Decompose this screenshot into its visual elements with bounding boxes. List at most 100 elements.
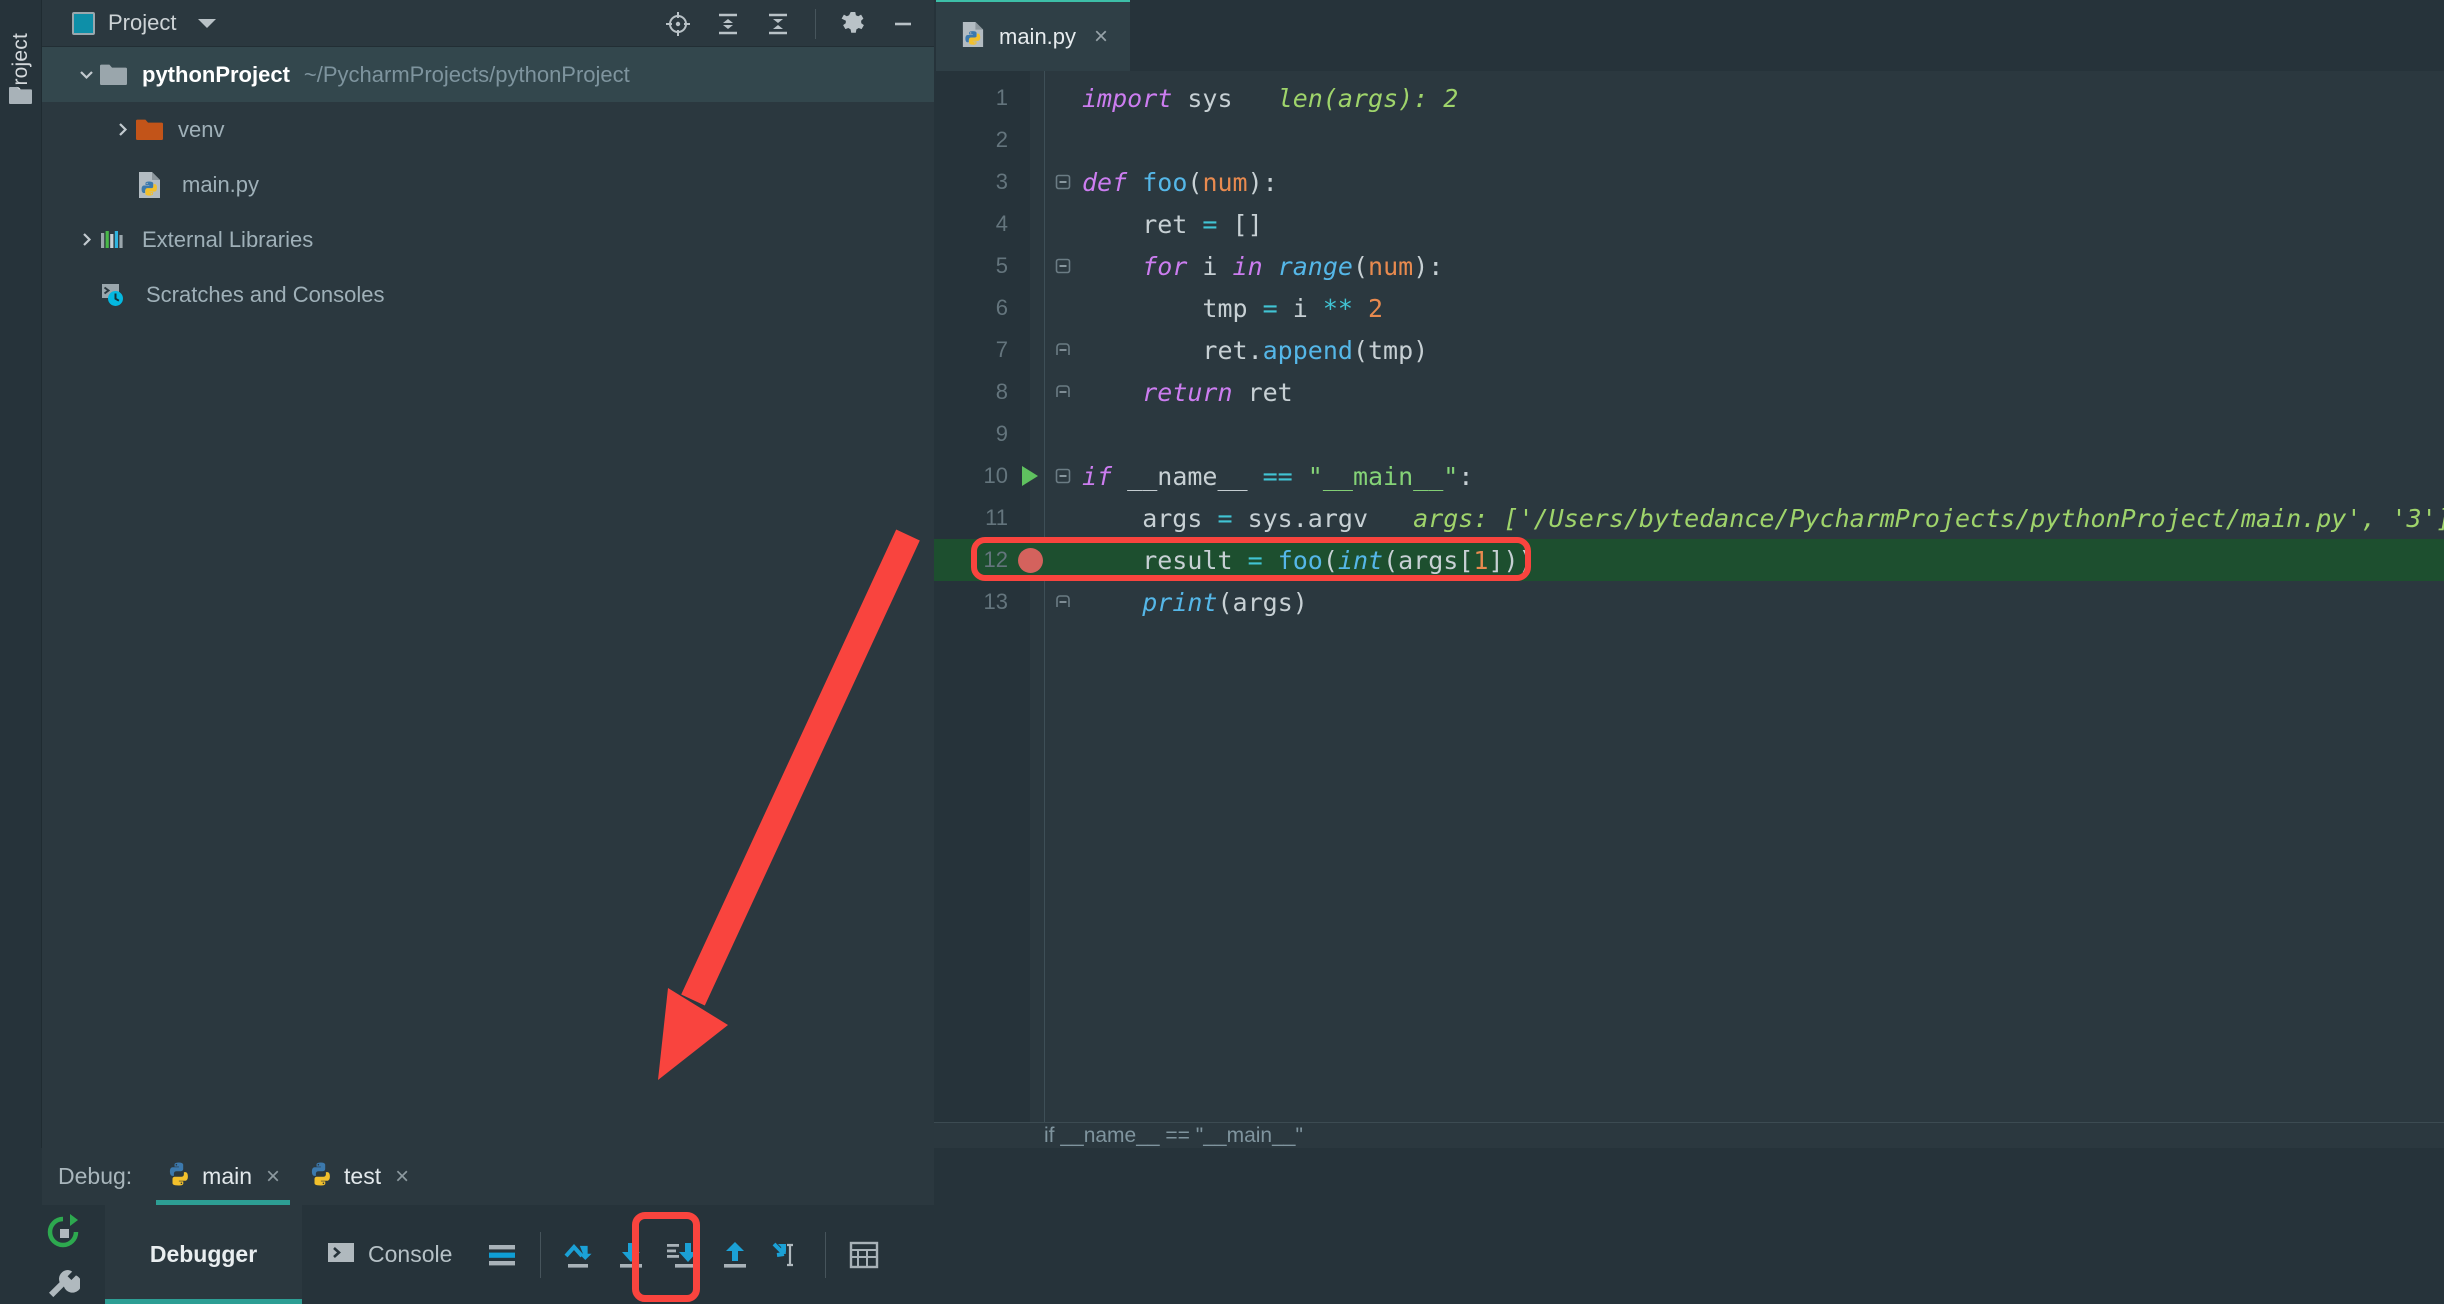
editor-area: main.py × 1 import sys len(args): 2 2 3 def … bbox=[934, 0, 2444, 1122]
tree-item-pythonproject[interactable]: pythonProject ~/PycharmProjects/pythonPr… bbox=[42, 47, 934, 102]
fold-toggle-icon[interactable] bbox=[1052, 257, 1074, 275]
line-number: 3 bbox=[995, 169, 1008, 194]
debug-session-tab-label: main bbox=[202, 1163, 253, 1189]
project-icon bbox=[72, 11, 95, 35]
tree-item-external-libraries[interactable]: External Libraries bbox=[42, 212, 934, 267]
debug-toolbar: Debugger Console bbox=[0, 1205, 2444, 1304]
step-into-icon[interactable] bbox=[605, 1205, 657, 1304]
tree-item-label: venv bbox=[178, 116, 225, 142]
left-tool-strip: Project bbox=[0, 0, 42, 1304]
breakpoint-icon[interactable] bbox=[1008, 547, 1052, 573]
code-text: ret.append(tmp) bbox=[1082, 335, 1429, 365]
project-tree: pythonProject ~/PycharmProjects/pythonPr… bbox=[42, 47, 934, 322]
tree-item-label: Scratches and Consoles bbox=[146, 281, 385, 307]
code-text: args = sys.argv args: ['/Users/bytedance… bbox=[1082, 503, 2444, 533]
python-icon bbox=[166, 1161, 192, 1192]
tab-debugger-label: Debugger bbox=[149, 1241, 258, 1267]
editor-tab-label: main.py bbox=[999, 23, 1077, 49]
fold-toggle-icon[interactable] bbox=[1052, 383, 1074, 401]
debug-side-actions bbox=[0, 1205, 105, 1304]
line-number: 5 bbox=[995, 253, 1008, 278]
code-line-3[interactable]: 3 def foo(num): bbox=[934, 161, 2444, 203]
editor-tab-bar: main.py × bbox=[934, 0, 2444, 71]
folder-icon bbox=[100, 62, 130, 88]
locate-icon[interactable] bbox=[661, 7, 695, 41]
toolbar-divider bbox=[815, 8, 816, 39]
debug-panel-label: Debug: bbox=[58, 1163, 133, 1189]
rerun-icon[interactable] bbox=[44, 1213, 82, 1256]
line-number: 11 bbox=[985, 505, 1008, 530]
code-text: return ret bbox=[1142, 377, 1293, 407]
tree-item-main-py[interactable]: main.py bbox=[42, 157, 934, 212]
python-icon bbox=[308, 1161, 334, 1192]
project-panel-title: Project bbox=[108, 10, 177, 35]
line-number: 10 bbox=[983, 463, 1008, 488]
code-line-5[interactable]: 5 for i in range(num): bbox=[934, 245, 2444, 287]
line-number: 7 bbox=[995, 337, 1008, 362]
code-line-12[interactable]: 12 result = foo(int(args[1])) bbox=[934, 539, 2444, 581]
tool-window-button-project[interactable]: Project bbox=[0, 6, 42, 126]
code-text: ret = [] bbox=[1082, 209, 1263, 239]
fold-toggle-icon[interactable] bbox=[1052, 467, 1074, 485]
tab-console-label: Console bbox=[368, 1241, 453, 1267]
fold-toggle-icon[interactable] bbox=[1052, 593, 1074, 611]
code-editor[interactable]: 1 import sys len(args): 2 2 3 def foo(num): 4… bbox=[934, 71, 2444, 1122]
fold-toggle-icon[interactable] bbox=[1052, 341, 1074, 359]
breadcrumb-label: if __name__ == "__main__" bbox=[1044, 1123, 1303, 1147]
tab-console[interactable]: Console bbox=[326, 1237, 452, 1272]
fold-toggle-icon[interactable] bbox=[1052, 173, 1074, 191]
collapse-all-icon[interactable] bbox=[761, 7, 795, 41]
chevron-down-icon[interactable] bbox=[72, 66, 100, 83]
project-header-actions bbox=[661, 0, 920, 47]
scratches-icon bbox=[100, 282, 134, 308]
code-line-2[interactable]: 2 bbox=[934, 119, 2444, 161]
python-file-icon bbox=[136, 171, 170, 198]
code-line-6[interactable]: 6 tmp = i ** 2 bbox=[934, 287, 2444, 329]
toolbar-divider bbox=[825, 1231, 827, 1278]
folder-icon bbox=[9, 86, 32, 104]
run-to-cursor-icon[interactable] bbox=[761, 1205, 813, 1304]
wrench-icon[interactable] bbox=[46, 1267, 82, 1304]
tab-debugger[interactable]: Debugger bbox=[105, 1205, 302, 1304]
line-number: 12 bbox=[983, 547, 1008, 572]
code-line-10[interactable]: 10 if __name__ == "__main__": bbox=[934, 455, 2444, 497]
debug-session-tab-main[interactable]: main × bbox=[152, 1148, 294, 1205]
code-text: if __name__ == "__main__": bbox=[1082, 461, 1474, 491]
tree-item-venv[interactable]: venv bbox=[42, 102, 934, 157]
tree-item-scratches-and-consoles[interactable]: Scratches and Consoles bbox=[42, 267, 934, 322]
close-icon[interactable]: × bbox=[1094, 24, 1108, 49]
debug-session-tab-test[interactable]: test × bbox=[294, 1148, 423, 1205]
line-number: 13 bbox=[983, 589, 1008, 614]
gear-icon[interactable] bbox=[836, 7, 870, 41]
chevron-right-icon[interactable] bbox=[72, 231, 100, 248]
code-line-9[interactable]: 9 bbox=[934, 413, 2444, 455]
code-line-13[interactable]: 13 print(args) bbox=[934, 581, 2444, 623]
close-icon[interactable]: × bbox=[266, 1164, 280, 1189]
force-step-into-icon[interactable] bbox=[657, 1205, 709, 1304]
code-text: def foo(num): bbox=[1082, 167, 1278, 197]
expand-all-icon[interactable] bbox=[711, 7, 745, 41]
minimize-icon[interactable] bbox=[886, 7, 920, 41]
editor-tab-main-py[interactable]: main.py × bbox=[936, 0, 1131, 71]
chevron-down-icon[interactable] bbox=[198, 18, 217, 28]
evaluate-expression-icon[interactable] bbox=[838, 1205, 890, 1304]
close-icon[interactable]: × bbox=[395, 1164, 409, 1189]
line-number: 9 bbox=[995, 421, 1008, 446]
chevron-right-icon[interactable] bbox=[108, 121, 136, 138]
code-line-8[interactable]: 8 return ret bbox=[934, 371, 2444, 413]
tree-item-label: pythonProject bbox=[142, 61, 290, 87]
step-over-icon[interactable] bbox=[553, 1205, 605, 1304]
code-line-1[interactable]: 1 import sys len(args): 2 bbox=[934, 77, 2444, 119]
line-number: 8 bbox=[995, 379, 1008, 404]
step-out-icon[interactable] bbox=[709, 1205, 761, 1304]
run-gutter-icon[interactable] bbox=[1008, 466, 1052, 486]
code-line-11[interactable]: 11 args = sys.argv args: ['/Users/byteda… bbox=[934, 497, 2444, 539]
tree-item-label: External Libraries bbox=[142, 226, 314, 252]
code-text: result = foo(int(args[1])) bbox=[1082, 545, 1534, 575]
show-execution-point-icon[interactable] bbox=[476, 1205, 528, 1304]
line-number: 4 bbox=[995, 211, 1008, 236]
code-line-7[interactable]: 7 ret.append(tmp) bbox=[934, 329, 2444, 371]
folder-orange-icon bbox=[136, 117, 166, 143]
code-line-4[interactable]: 4 ret = [] bbox=[934, 203, 2444, 245]
debug-tool-window: Debug: main × test × Debugger Console bbox=[0, 1148, 2444, 1304]
